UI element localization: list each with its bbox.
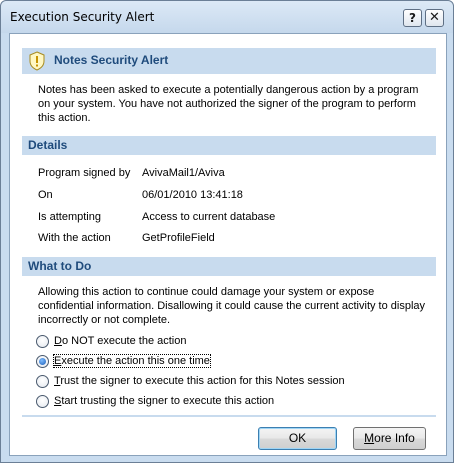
ok-button[interactable]: OK <box>258 427 337 450</box>
detail-value-action: GetProfileField <box>142 232 215 244</box>
alert-title: Notes Security Alert <box>54 53 169 67</box>
alert-message: Notes has been asked to execute a potent… <box>38 84 419 124</box>
title-bar[interactable]: Execution Security Alert ? ✕ <box>1 1 453 33</box>
what-to-do-message: Allowing this action to continue could d… <box>38 286 426 326</box>
option-label: rust the signer to execute this action f… <box>60 375 345 387</box>
detail-value-on: 06/01/2010 13:41:18 <box>142 189 243 201</box>
dialog-window: Execution Security Alert ? ✕ Notes Secur… <box>0 0 454 463</box>
close-icon: ✕ <box>429 10 440 25</box>
window-title: Execution Security Alert <box>10 10 155 24</box>
detail-label-on: On <box>38 189 53 201</box>
detail-value-attempting: Access to current database <box>142 211 276 223</box>
security-alert-icon <box>29 51 45 71</box>
radio-execute-once[interactable] <box>36 355 49 368</box>
detail-label-attempting: Is attempting <box>38 211 101 223</box>
detail-label-signed-by: Program signed by <box>38 167 131 179</box>
footer-separator <box>22 415 436 417</box>
option-mnemonic: D <box>54 335 62 347</box>
alert-header: Notes Security Alert <box>22 48 436 74</box>
close-button[interactable]: ✕ <box>425 9 444 27</box>
details-header: Details <box>22 136 436 155</box>
radio-trust-session[interactable] <box>36 375 49 388</box>
radio-do-not-execute[interactable] <box>36 335 49 348</box>
option-label: tart trusting the signer to execute this… <box>61 395 275 407</box>
what-to-do-header: What to Do <box>22 257 436 276</box>
help-icon: ? <box>409 11 416 25</box>
detail-label-action: With the action <box>38 232 111 244</box>
more-info-button[interactable]: More Info <box>353 427 426 450</box>
detail-value-signed-by: AvivaMail1/Aviva <box>142 167 225 179</box>
help-button[interactable]: ? <box>403 9 422 27</box>
dialog-body: Notes Security Alert Notes has been aske… <box>9 33 447 456</box>
button-label: ore Info <box>374 431 415 445</box>
radio-start-trusting[interactable] <box>36 395 49 408</box>
button-mnemonic: M <box>364 431 375 445</box>
option-label: xecute the action this one time <box>61 355 210 367</box>
option-label: o NOT execute the action <box>61 335 187 347</box>
